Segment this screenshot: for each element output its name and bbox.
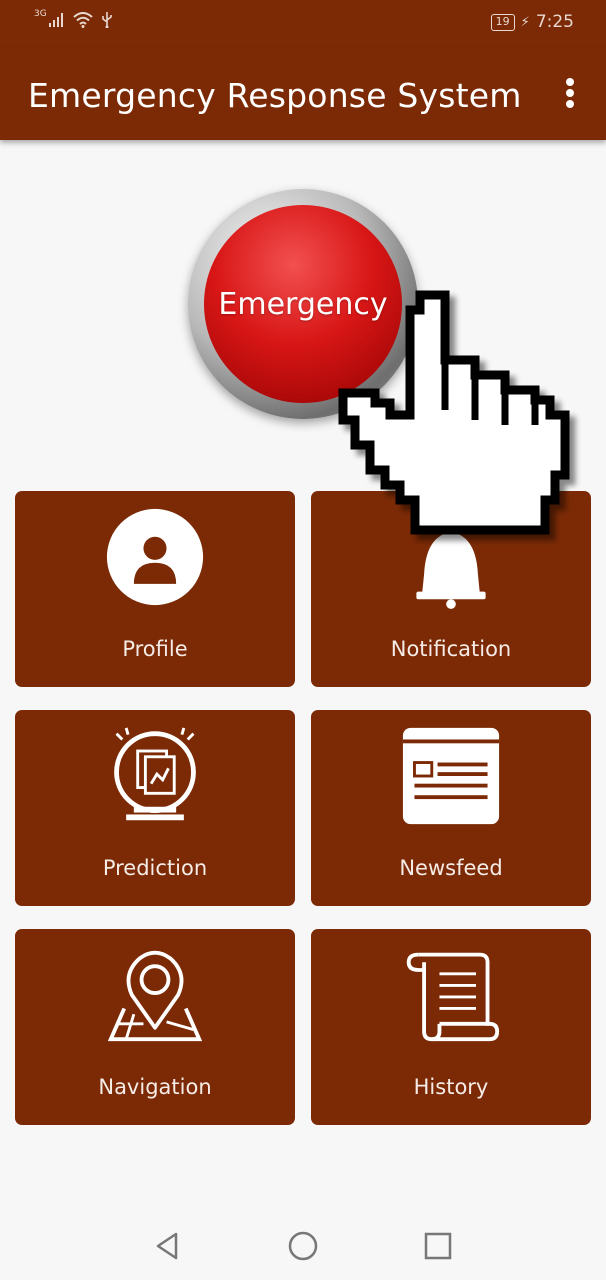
app-bar: Emergency Response System [0, 48, 606, 140]
notification-label: Notification [390, 637, 512, 661]
navigation-label: Navigation [98, 1075, 212, 1099]
clock: 7:25 [535, 12, 574, 32]
recents-square-icon[interactable] [422, 1230, 454, 1262]
battery-indicator: 19 [490, 13, 515, 31]
history-tile[interactable]: History [311, 929, 591, 1125]
profile-label: Profile [122, 637, 188, 661]
back-triangle-icon[interactable] [152, 1230, 184, 1262]
crystal-ball-chart-icon [105, 724, 205, 828]
history-label: History [413, 1075, 489, 1099]
network-type: 3G [34, 9, 47, 19]
usb-icon [101, 12, 112, 28]
status-bar: 3G 19 ⚡ 7:25 [0, 0, 606, 48]
person-icon [105, 505, 205, 609]
app-title: Emergency Response System [28, 76, 522, 115]
charging-icon: ⚡ [520, 14, 530, 30]
wifi-icon [73, 12, 93, 28]
scroll-icon [401, 943, 501, 1047]
signal-icon [48, 13, 63, 27]
newspaper-icon [401, 724, 501, 828]
system-nav-bar [0, 1210, 606, 1280]
prediction-label: Prediction [102, 856, 208, 880]
newsfeed-label: Newsfeed [399, 856, 503, 880]
hand-pointer-icon [338, 290, 570, 535]
profile-tile[interactable]: Profile [15, 491, 295, 687]
navigation-tile[interactable]: Navigation [15, 929, 295, 1125]
status-right: 19 ⚡ 7:25 [490, 12, 574, 32]
newsfeed-tile[interactable]: Newsfeed [311, 710, 591, 906]
home-circle-icon[interactable] [287, 1230, 319, 1262]
status-left: 3G [34, 9, 113, 28]
prediction-tile[interactable]: Prediction [15, 710, 295, 906]
map-pin-icon [105, 943, 205, 1047]
more-vert-icon[interactable] [562, 78, 578, 110]
